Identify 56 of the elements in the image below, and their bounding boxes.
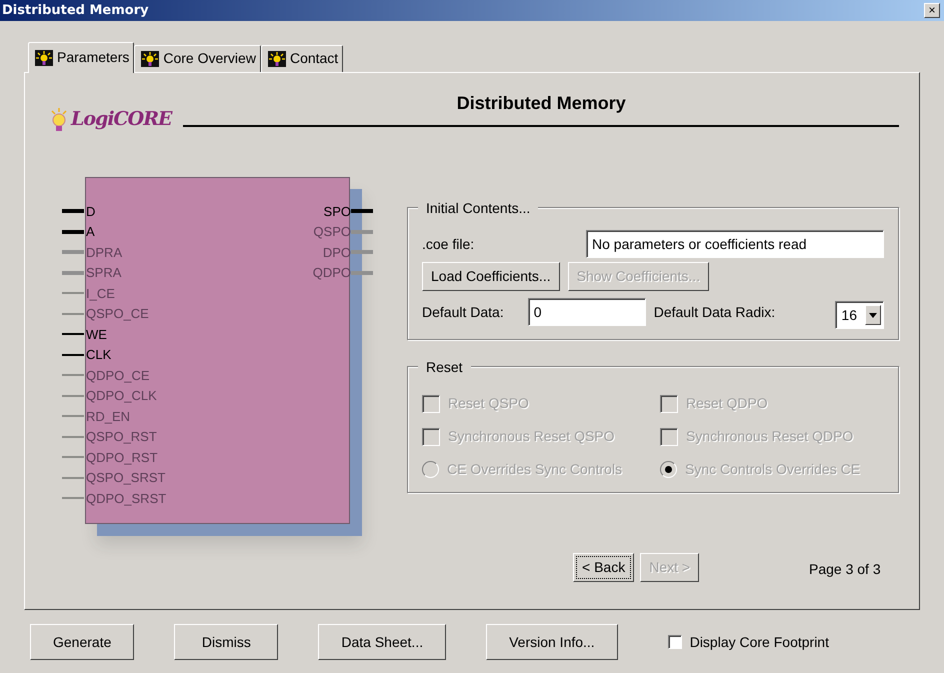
- pin-label: CLK: [86, 346, 112, 364]
- default-data-field[interactable]: 0: [528, 298, 646, 326]
- pin-label: SPRA: [86, 264, 122, 282]
- window-title: Distributed Memory: [2, 2, 149, 20]
- pin-label: D: [86, 202, 96, 220]
- pin-label: QSPO_CE: [86, 305, 149, 323]
- tab-label[interactable]: Contact: [290, 48, 338, 69]
- pin-line: [62, 476, 84, 479]
- pin-label: A: [86, 223, 95, 241]
- button[interactable]: Dismiss: [174, 624, 278, 660]
- pin-line: [62, 436, 84, 438]
- lightbulb-icon: [268, 50, 286, 66]
- pin-label: QDPO_RST: [86, 448, 158, 467]
- button[interactable]: Generate: [30, 624, 134, 660]
- button[interactable]: Version Info...: [486, 624, 618, 660]
- coe-file-field[interactable]: No parameters or coefficients read: [586, 230, 884, 258]
- pin-label: QSPO_RST: [86, 428, 157, 446]
- header-title: Distributed Memory: [183, 90, 899, 127]
- button[interactable]: Load Coefficients...: [422, 262, 560, 291]
- tab[interactable]: Parameters: [28, 42, 134, 73]
- pin-label: QDPO_CE: [86, 366, 150, 385]
- pin-label: QDPO_SRST: [86, 490, 166, 508]
- pin-line: [62, 333, 84, 336]
- pin-label: QDPO_CLK: [86, 387, 157, 405]
- pin-line: [62, 312, 84, 315]
- tab[interactable]: Contact: [260, 45, 344, 72]
- pin-line: [62, 456, 84, 458]
- pin-line: [62, 394, 84, 397]
- pin-line: [62, 415, 84, 418]
- pin-line: [62, 354, 84, 356]
- pin-label: I_CE: [86, 284, 115, 303]
- radix-dropdown[interactable]: 16: [835, 301, 884, 329]
- lightbulb-icon: [35, 50, 53, 66]
- checkbox-label: Display Core Footprint: [690, 632, 829, 652]
- page-indicator: Page 3 of 3: [809, 560, 881, 579]
- close-button[interactable]: ×: [924, 3, 940, 18]
- tab[interactable]: Core Overview: [134, 45, 261, 72]
- pin-label: RD_EN: [86, 408, 130, 426]
- button[interactable]: < Back: [573, 553, 634, 582]
- pin-line: [62, 292, 84, 294]
- pin-label: QSPO_SRST: [86, 469, 166, 487]
- button[interactable]: Data Sheet...: [318, 624, 446, 660]
- field-label: Default Data Radix:: [654, 302, 776, 322]
- checkbox[interactable]: [668, 635, 682, 649]
- pin-label: WE: [86, 326, 107, 344]
- pin-line: [62, 497, 84, 500]
- field-label: .coe file:: [422, 234, 474, 254]
- lightbulb-icon: [141, 50, 160, 66]
- pin-label: DPRA: [86, 244, 122, 262]
- pin-label: SPO: [324, 202, 351, 220]
- tab-label[interactable]: Parameters: [57, 47, 130, 68]
- field-label: Default Data:: [422, 302, 504, 322]
- lightbulb-icon: [49, 107, 69, 133]
- logo: LogiCORE: [71, 106, 172, 132]
- tab-label[interactable]: Core Overview: [163, 48, 256, 69]
- pin-line: [62, 374, 84, 376]
